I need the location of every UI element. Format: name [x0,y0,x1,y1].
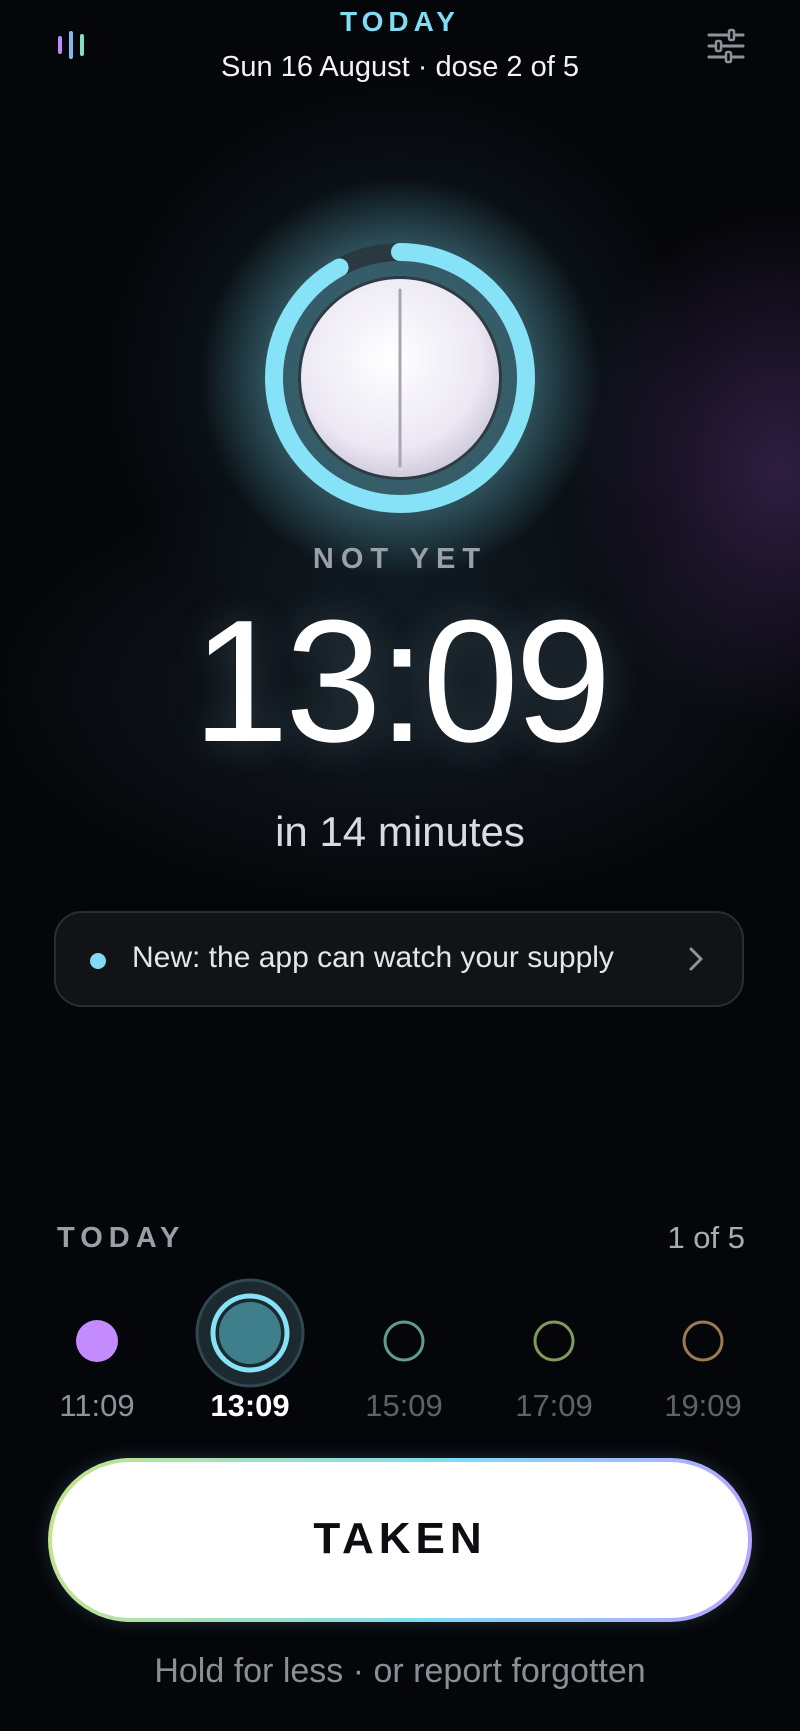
dose-marker [533,1320,575,1362]
dose-status-label: NOT YET [312,543,488,575]
report-forgotten-hint[interactable]: Hold for less · or report forgotten [0,1652,800,1691]
dose-slot-2[interactable]: 13:09 [185,1268,315,1428]
header-subtitle: Sun 16 August · dose 2 of 5 [221,51,579,83]
dose-time: 13:09 [210,1388,290,1423]
dose-upcoming-icon [383,1320,425,1362]
dose-marker [383,1320,425,1362]
dose-time: 19:09 [664,1388,742,1423]
settings-sliders-icon[interactable] [706,28,746,64]
taken-button-label: TAKEN [313,1514,487,1563]
header-title: TODAY [340,6,460,37]
next-dose-time: 13:09 [192,583,611,778]
dose-slot-1[interactable]: 11:09 [32,1268,162,1428]
dose-upcoming-icon [533,1320,575,1362]
schedule-title: TODAY [57,1222,186,1254]
chevron-right-icon [689,947,703,971]
dose-taken-icon [76,1320,118,1362]
dose-marker [219,1302,281,1364]
supply-banner[interactable]: New: the app can watch your supply [54,911,744,1007]
dose-marker [76,1320,118,1362]
pill-dial-graphic [200,178,600,578]
header: TODAY Sun 16 August · dose 2 of 5 [0,0,800,110]
banner-text: New: the app can watch your supply [132,941,614,974]
dose-time: 11:09 [59,1388,135,1423]
dose-upcoming-icon [682,1320,724,1362]
dose-time: 17:09 [515,1388,593,1423]
dose-marker [682,1320,724,1362]
dose-progress-dial[interactable] [200,178,600,578]
countdown-text: in 14 minutes [275,808,525,855]
schedule-count: 1 of 5 [667,1220,745,1255]
dose-current-icon [195,1278,305,1388]
banner-dot [90,953,106,969]
taken-button[interactable]: TAKEN [48,1458,752,1622]
dose-slot-5[interactable]: 19:09 [638,1268,768,1428]
dose-slot-3[interactable]: 15:09 [339,1268,469,1428]
dose-time: 15:09 [365,1388,443,1423]
dose-slot-4[interactable]: 17:09 [489,1268,619,1428]
